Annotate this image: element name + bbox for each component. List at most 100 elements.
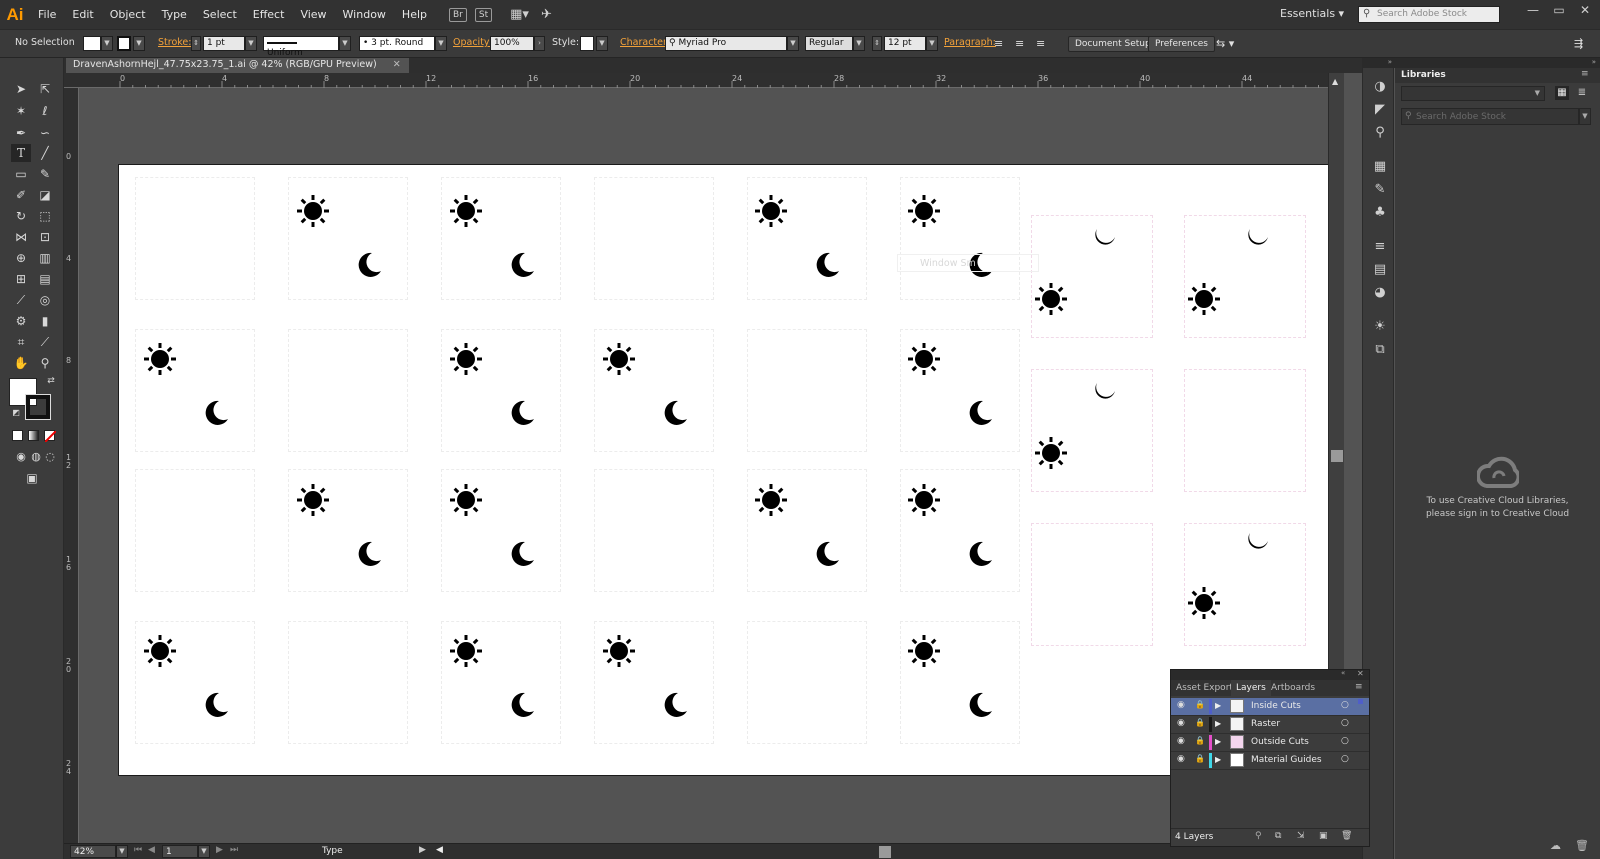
grid-view-icon[interactable]: ▦ [1555,86,1569,100]
stroke-panel-icon[interactable]: ≡ [1371,238,1389,256]
curvature-tool-icon[interactable]: ∽ [35,124,55,142]
minimize-button[interactable]: — [1520,0,1546,22]
visibility-eye-icon[interactable]: ◉ [1177,700,1185,710]
zoom-tool-icon[interactable]: ⚲ [35,354,55,372]
mesh-tool-icon[interactable]: ⊞ [11,270,31,288]
column-graph-tool-icon[interactable]: ▮ [35,312,55,330]
appearance-icon[interactable]: ☀ [1371,318,1389,336]
cloud-sync-icon[interactable]: ☁ [1550,839,1561,852]
paragraph-label[interactable]: Paragraph: [944,37,996,48]
stroke-profile-dropdown[interactable]: ▼ [339,36,351,51]
type-tool-icon[interactable]: T [11,144,31,162]
libraries-menu-icon[interactable]: ≡ [1581,69,1589,79]
graphic-styles-icon[interactable]: ⧉ [1371,341,1389,359]
color-mode-icon[interactable] [12,430,23,441]
screen-mode-icon[interactable]: ▣ [22,469,42,487]
stroke-swatch[interactable] [117,36,131,51]
stock-button[interactable]: St [474,7,493,22]
sun-icon[interactable] [142,633,178,672]
paintbrush-tool-icon[interactable]: ✎ [35,165,55,183]
swatches-icon[interactable]: ▦ [1371,158,1389,176]
layer-row[interactable]: ◉ 🔒 ▶ Raster ○ [1171,716,1369,734]
perspective-grid-tool-icon[interactable]: ▥ [35,249,55,267]
tab-layers[interactable]: Layers [1231,680,1271,696]
status-menu-arrow-icon[interactable]: ▶ [419,845,426,855]
sun-icon[interactable] [448,341,484,380]
rectangle-tool-icon[interactable]: ▭ [11,165,31,183]
bridge-button[interactable]: Br [449,7,467,22]
visibility-eye-icon[interactable]: ◉ [1177,718,1185,728]
control-bar-menu-icon[interactable]: ⇶ [1574,37,1583,50]
character-label[interactable]: Character: [620,37,670,48]
sun-icon[interactable] [601,341,637,380]
arrange-documents-icon[interactable]: ▦▾ [510,7,529,22]
sun-icon[interactable] [295,193,331,232]
layer-row[interactable]: ◉ 🔒 ▶ Inside Cuts ○ [1171,698,1369,716]
moon-icon[interactable] [812,539,842,572]
lasso-tool-icon[interactable]: ℓ [35,102,55,120]
layer-target-icon[interactable]: ○ [1341,736,1349,746]
font-family-input[interactable]: ⚲ Myriad Pro [665,36,787,51]
rotate-tool-icon[interactable]: ↻ [11,207,31,225]
visibility-eye-icon[interactable]: ◉ [1177,736,1185,746]
moon-icon[interactable] [660,398,690,431]
sun-icon[interactable] [1186,281,1222,320]
lock-icon[interactable]: 🔒 [1195,700,1205,709]
menu-select[interactable]: Select [195,8,245,21]
layer-name[interactable]: Inside Cuts [1251,701,1301,711]
font-size-dropdown[interactable]: ▼ [926,36,938,51]
artboard-number-dropdown[interactable]: ▼ [198,845,210,858]
moon-icon[interactable] [660,690,690,723]
moon-icon[interactable] [1242,223,1272,256]
stroke-weight-stepper[interactable]: ⇕ [191,36,201,51]
preferences-button[interactable]: Preferences [1148,36,1215,52]
moon-icon[interactable] [812,250,842,283]
artboard-tool-icon[interactable]: ⌗ [11,333,31,351]
color-guide-icon[interactable]: ◤ [1371,101,1389,119]
fill-dropdown[interactable]: ▼ [101,36,113,51]
moon-icon[interactable] [354,250,384,283]
prev-artboard-icon[interactable]: ◀ [148,845,155,855]
eyedropper-tool-icon[interactable]: ⟋ [11,291,31,309]
hand-tool-icon[interactable]: ✋ [11,354,31,372]
expand-layer-icon[interactable]: ▶ [1215,737,1221,746]
gpu-performance-icon[interactable]: ✈ [541,7,552,22]
layers-menu-icon[interactable]: ≡ [1355,682,1363,692]
moon-icon[interactable] [201,690,231,723]
stroke-label[interactable]: Stroke: [158,37,191,48]
lock-icon[interactable]: 🔒 [1195,718,1205,727]
font-style-dropdown[interactable]: ▼ [853,36,865,51]
sun-icon[interactable] [448,633,484,672]
shape-builder-tool-icon[interactable]: ⊕ [11,249,31,267]
moon-icon[interactable] [965,690,995,723]
font-size-stepper[interactable]: ⇕ [872,36,882,51]
gradient-panel-icon[interactable]: ▤ [1371,261,1389,279]
clipping-mask-icon[interactable]: ⧉ [1275,831,1281,841]
artboard[interactable] [118,164,1342,776]
magic-wand-tool-icon[interactable]: ✶ [11,102,31,120]
sun-icon[interactable] [448,193,484,232]
fill-swatch[interactable] [83,36,101,51]
sun-icon[interactable] [1033,435,1069,474]
horizontal-scroll-thumb[interactable] [879,846,891,858]
selection-tool-icon[interactable]: ➤ [11,80,31,98]
menu-type[interactable]: Type [154,8,195,21]
document-tab[interactable]: DravenAshornHejl_47.75x23.75_1.ai @ 42% … [66,58,409,73]
stroke-color-swatch[interactable] [25,394,51,420]
tab-asset-export[interactable]: Asset Export [1176,683,1233,693]
direct-selection-tool-icon[interactable]: ⇱ [35,80,55,98]
moon-icon[interactable] [965,539,995,572]
scale-tool-icon[interactable]: ⬚ [35,207,55,225]
libraries-search-dropdown[interactable]: ▼ [1579,108,1591,125]
brush-dropdown[interactable]: ▼ [435,36,447,51]
maximize-button[interactable]: ▭ [1546,0,1572,22]
width-tool-icon[interactable]: ⋈ [11,228,31,246]
style-dropdown[interactable]: ▼ [596,36,608,51]
first-artboard-icon[interactable]: ⏮ [134,845,142,855]
swap-colors-icon[interactable]: ⇄ [41,372,61,390]
sun-icon[interactable] [906,193,942,232]
none-mode-icon[interactable] [44,430,57,443]
align-right-icon[interactable]: ≡ [1036,37,1045,50]
sun-icon[interactable] [601,633,637,672]
close-tab-icon[interactable]: ✕ [393,59,401,70]
